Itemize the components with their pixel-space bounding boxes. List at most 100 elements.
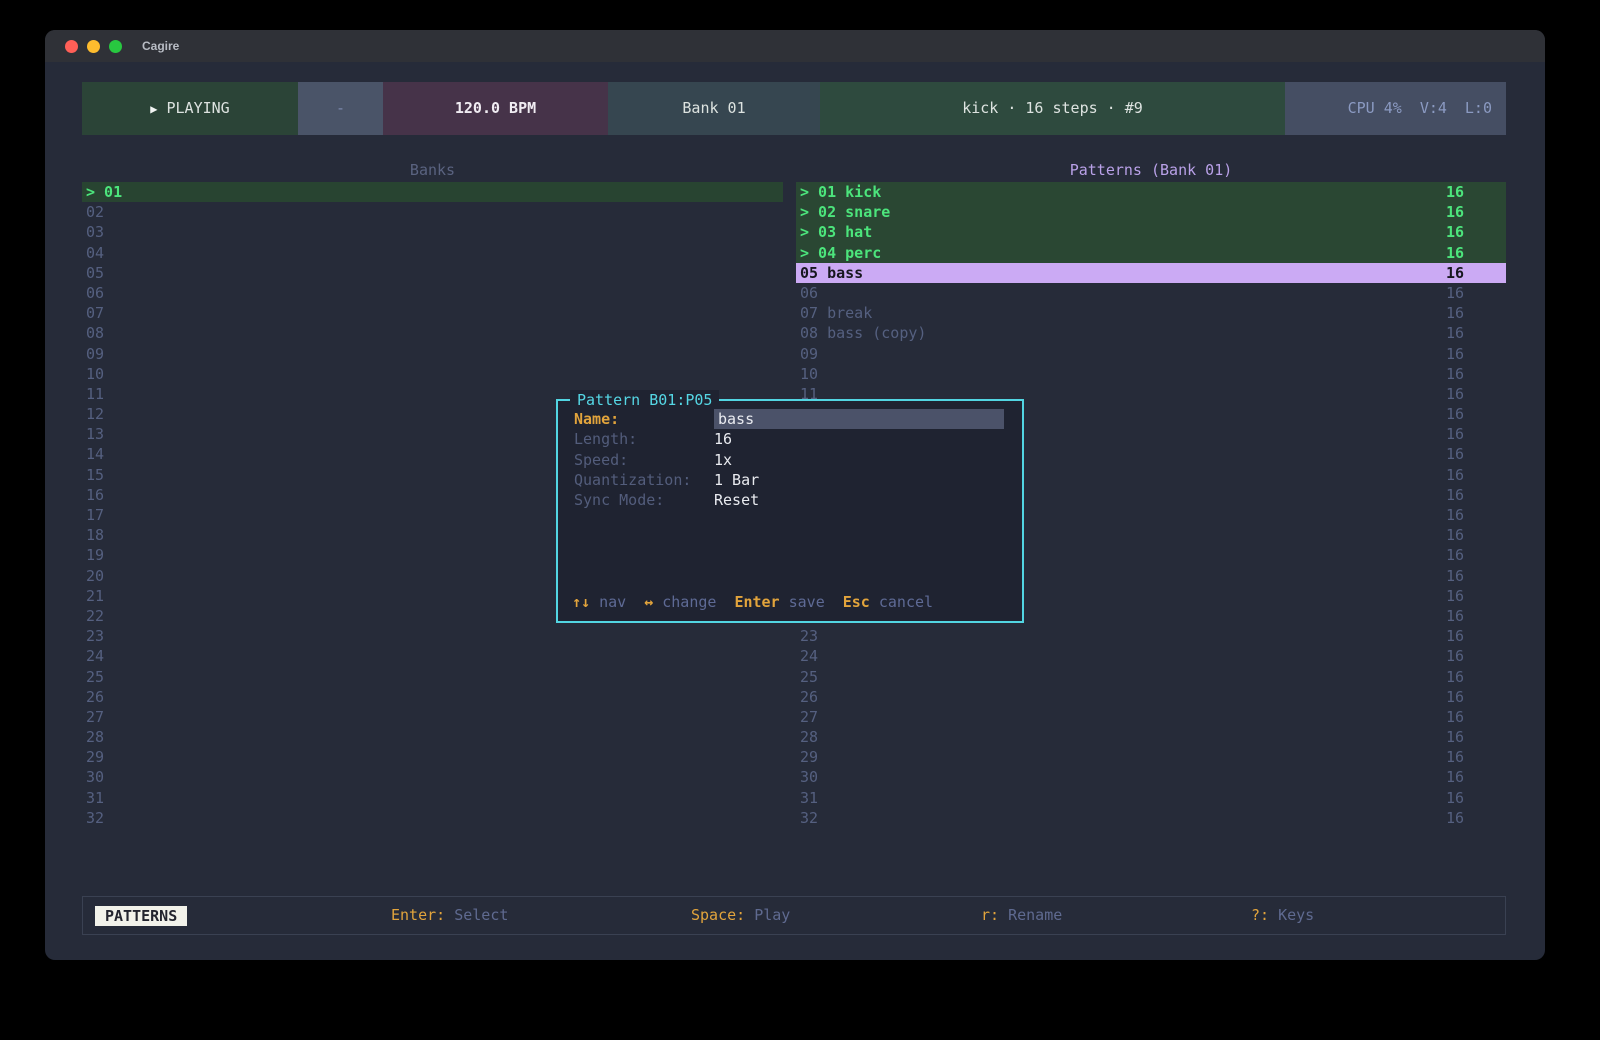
pattern-row[interactable]: 2316 [796, 626, 1506, 646]
bank-label: 21 [86, 587, 104, 605]
footer-hint-key: r: [981, 906, 1008, 924]
field-value: 1 Bar [714, 470, 759, 490]
bank-row[interactable]: 24 [82, 646, 783, 666]
name-input[interactable]: bass [714, 409, 1004, 429]
bank-label: 19 [86, 546, 104, 564]
pattern-length: 16 [1446, 667, 1464, 687]
pattern-label: 06 [800, 284, 818, 302]
pattern-label: 08 bass (copy) [800, 324, 926, 342]
latency-stat: L:0 [1465, 99, 1492, 117]
footer-hint-action: Select [454, 906, 508, 924]
field-value: 16 [714, 429, 732, 449]
pattern-label: 27 [800, 708, 818, 726]
pattern-label: 28 [800, 728, 818, 746]
transport-label: PLAYING [167, 99, 230, 117]
bank-label: 10 [86, 365, 104, 383]
pattern-label: > 01 kick [800, 183, 881, 201]
pattern-label: 32 [800, 809, 818, 827]
pattern-length: 16 [1446, 243, 1464, 263]
pattern-row[interactable]: 3016 [796, 767, 1506, 787]
close-button[interactable] [65, 40, 78, 53]
pattern-label: > 02 snare [800, 203, 890, 221]
pattern-label: 25 [800, 668, 818, 686]
pattern-row[interactable]: 06 16 [796, 283, 1506, 303]
bank-row[interactable]: 29 [82, 747, 783, 767]
bank-label: 02 [86, 203, 104, 221]
bank-label: 14 [86, 445, 104, 463]
dialog-field[interactable]: Name: bass [558, 409, 1022, 429]
pattern-row[interactable]: > 01 kick16 [796, 182, 1506, 202]
dialog-field[interactable]: Length:16 [558, 429, 1022, 449]
hint-key: Enter [734, 593, 788, 611]
bank-row[interactable]: 26 [82, 687, 783, 707]
bank-row[interactable]: > 01 [82, 182, 783, 202]
bank-label: 22 [86, 607, 104, 625]
pattern-row[interactable]: 3116 [796, 788, 1506, 808]
pattern-row[interactable]: 3216 [796, 808, 1506, 828]
bank-row[interactable]: 08 [82, 323, 783, 343]
pattern-length: 16 [1446, 646, 1464, 666]
bank-row[interactable]: 04 [82, 243, 783, 263]
pattern-row[interactable]: > 03 hat16 [796, 222, 1506, 242]
bank-row[interactable]: 30 [82, 767, 783, 787]
hint-key: ↑↓ [572, 593, 599, 611]
footer-hint-key: Enter: [391, 906, 454, 924]
pattern-length: 16 [1446, 444, 1464, 464]
pattern-length: 16 [1446, 222, 1464, 242]
bank-row[interactable]: 09 [82, 344, 783, 364]
pattern-row[interactable]: 0916 [796, 344, 1506, 364]
bank-row[interactable]: 31 [82, 788, 783, 808]
pattern-row[interactable]: > 04 perc16 [796, 243, 1506, 263]
bank-row[interactable]: 32 [82, 808, 783, 828]
pattern-label: 24 [800, 647, 818, 665]
pattern-row[interactable]: 08 bass (copy)16 [796, 323, 1506, 343]
minimize-button[interactable] [87, 40, 100, 53]
hint-action: change [662, 593, 716, 611]
field-label: Name: [574, 409, 619, 429]
dialog-field[interactable]: Quantization:1 Bar [558, 470, 1022, 490]
bank-row[interactable]: 25 [82, 667, 783, 687]
pattern-row[interactable]: 05 bass16 [796, 263, 1506, 283]
bank-row[interactable]: 10 [82, 364, 783, 384]
dialog-field[interactable]: Speed:1x [558, 450, 1022, 470]
pattern-length: 16 [1446, 727, 1464, 747]
pattern-length: 16 [1446, 566, 1464, 586]
dialog-field[interactable]: Sync Mode:Reset [558, 490, 1022, 510]
mode-badge: PATTERNS [95, 906, 187, 926]
title-bar: Cagire [45, 30, 1545, 62]
bank-row[interactable]: 07 [82, 303, 783, 323]
dialog-keyboard-hints: ↑↓ nav↔ changeEnter saveEsc cancel [572, 593, 951, 611]
bank-label: 05 [86, 264, 104, 282]
bank-label: 29 [86, 748, 104, 766]
pattern-length: 16 [1446, 626, 1464, 646]
pattern-row[interactable]: 25 16 [796, 667, 1506, 687]
bank-row[interactable]: 28 [82, 727, 783, 747]
pattern-row[interactable]: 10 16 [796, 364, 1506, 384]
footer-hint: Space: Play [691, 897, 790, 934]
pattern-label: 10 [800, 365, 818, 383]
bank-row[interactable]: 27 [82, 707, 783, 727]
footer-hint: ?: Keys [1251, 897, 1314, 934]
pattern-row[interactable]: 28 16 [796, 727, 1506, 747]
maximize-button[interactable] [109, 40, 122, 53]
pattern-length: 16 [1446, 465, 1464, 485]
bank-label: 26 [86, 688, 104, 706]
pattern-row[interactable]: 2716 [796, 707, 1506, 727]
footer-hint: Enter: Select [391, 897, 508, 934]
pattern-row[interactable]: 24 16 [796, 646, 1506, 666]
bank-row[interactable]: 02 [82, 202, 783, 222]
bank-row[interactable]: 03 [82, 222, 783, 242]
bank-row[interactable]: 05 [82, 263, 783, 283]
pattern-length: 16 [1446, 485, 1464, 505]
pattern-row[interactable]: 07 break16 [796, 303, 1506, 323]
pattern-length: 16 [1446, 364, 1464, 384]
pattern-row[interactable]: 2916 [796, 747, 1506, 767]
pattern-row[interactable]: > 02 snare16 [796, 202, 1506, 222]
bank-row[interactable]: 06 [82, 283, 783, 303]
bpm-display: 120.0 BPM [383, 82, 608, 135]
hint-key: ↔ [644, 593, 662, 611]
pattern-length: 16 [1446, 283, 1464, 303]
pattern-row[interactable]: 2616 [796, 687, 1506, 707]
patterns-panel-title: Patterns (Bank 01) [796, 160, 1506, 180]
bank-row[interactable]: 23 [82, 626, 783, 646]
